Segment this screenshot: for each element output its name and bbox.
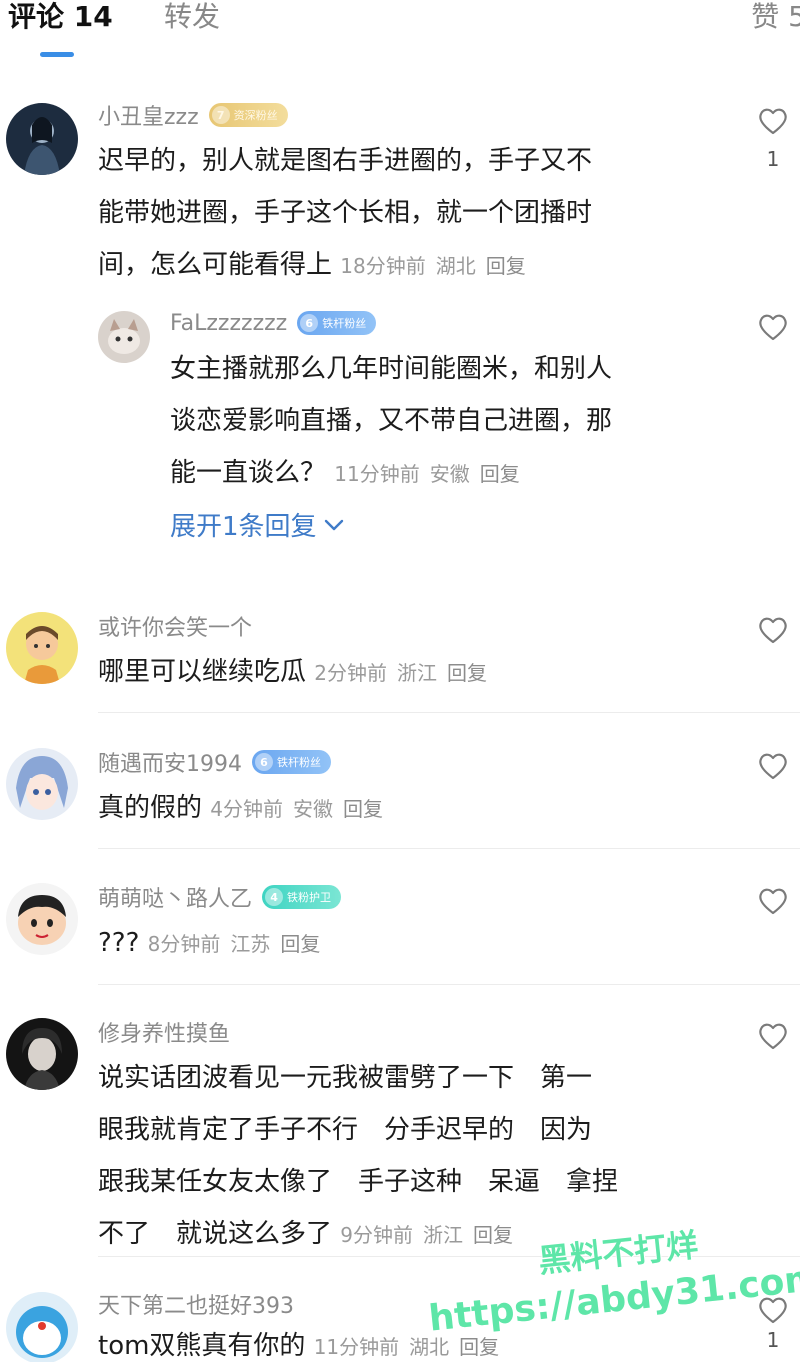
avatar[interactable] [6, 103, 78, 175]
divider [98, 984, 800, 985]
avatar-image [6, 1292, 78, 1362]
comment-time: 18分钟前 [340, 254, 426, 278]
avatar-image [6, 1018, 78, 1090]
username[interactable]: 小丑皇zzz [98, 99, 199, 131]
reply-button[interactable]: 回复 [480, 462, 520, 486]
heart-outline-icon [759, 753, 787, 780]
chevron-down-icon [324, 519, 343, 530]
comment-meta: 18分钟前 湖北 回复 [340, 254, 535, 278]
like-button[interactable] [756, 1022, 790, 1050]
comment-text: ??? 8分钟前 江苏 回复 [98, 917, 718, 970]
heart-outline-icon [759, 108, 787, 135]
reply-button[interactable]: 回复 [343, 797, 383, 821]
avatar[interactable] [6, 612, 78, 684]
avatar-image [6, 748, 78, 820]
fan-badge: 6 铁杆粉丝 [252, 750, 331, 774]
comment-location: 安徽 [293, 797, 334, 821]
comment-location: 湖北 [409, 1335, 450, 1359]
fan-badge: 6 铁杆粉丝 [297, 311, 377, 335]
tab-comments[interactable]: 评论 14 [8, 0, 113, 34]
reply-location: 安徽 [429, 462, 470, 486]
reply-button[interactable]: 回复 [486, 254, 526, 278]
watermark: 黑料不打烊 https://abdy31.com [427, 1226, 800, 1340]
like-count: 1 [766, 147, 780, 171]
fan-badge: 4 铁粉护卫 [262, 885, 342, 909]
expand-replies-button[interactable]: 展开1条回复 [170, 506, 345, 543]
comment-text: 真的假的 4分钟前 安徽 回复 [98, 782, 718, 835]
username[interactable]: FaLzzzzzzz [170, 311, 287, 336]
fan-badge: 7 资深粉丝 [208, 103, 288, 127]
like-button[interactable]: 1 [756, 107, 790, 171]
avatar[interactable] [98, 311, 150, 363]
reply-time: 11分钟前 [334, 462, 420, 486]
avatar[interactable] [6, 883, 78, 955]
like-button[interactable] [756, 887, 790, 915]
username[interactable]: 或许你会笑一个 [98, 610, 252, 642]
reply-button[interactable]: 回复 [280, 932, 320, 956]
comment-time: 9分钟前 [340, 1223, 414, 1247]
avatar-image [6, 103, 78, 175]
comment-time: 11分钟前 [313, 1335, 400, 1359]
like-button[interactable] [756, 752, 790, 780]
reply-button[interactable]: 回复 [459, 1335, 499, 1359]
comment-location: 江苏 [230, 932, 271, 956]
divider [98, 848, 800, 849]
reply-meta: 11分钟前 安徽 回复 [334, 462, 529, 486]
comment-meta: 2分钟前 浙江 回复 [314, 661, 497, 685]
username[interactable]: 天下第二也挺好393 [98, 1288, 294, 1320]
like-count: 1 [766, 1328, 780, 1352]
avatar-image [6, 612, 78, 684]
avatar[interactable] [6, 748, 78, 820]
reply-text: 女主播就那么几年时间能圈米，和别人 谈恋爱影响直播，又不带自己进圈，那 能一直谈… [170, 354, 613, 488]
username[interactable]: 修身养性摸鱼 [98, 1016, 230, 1048]
comment-time: 2分钟前 [314, 661, 388, 685]
comment-text: 哪里可以继续吃瓜 2分钟前 浙江 回复 [98, 646, 718, 699]
tab-likes[interactable]: 赞 5 [751, 0, 800, 34]
avatar-image [6, 883, 78, 955]
heart-outline-icon [759, 617, 787, 644]
comment-meta: 8分钟前 江苏 回复 [148, 932, 331, 956]
heart-outline-icon [759, 1023, 787, 1050]
comment-tabs: 评论 14 转发 赞 5 [0, 0, 800, 62]
avatar-image [98, 311, 150, 363]
username[interactable]: 随遇而安1994 [98, 746, 242, 778]
username[interactable]: 萌萌哒丶路人乙 [98, 881, 252, 913]
comment-location: 浙江 [397, 661, 438, 685]
comment-location: 湖北 [435, 254, 476, 278]
heart-outline-icon [759, 314, 787, 341]
heart-outline-icon [759, 888, 787, 915]
comment-text: 迟早的，别人就是图右手进圈的，手子又不 能带她进圈，手子这个长相，就一个团播时 … [98, 146, 593, 280]
comment-time: 8分钟前 [147, 932, 221, 956]
active-tab-indicator [40, 52, 74, 57]
reply-button[interactable]: 回复 [447, 661, 487, 685]
expand-replies-label: 展开1条回复 [170, 512, 317, 542]
avatar[interactable] [6, 1292, 78, 1362]
avatar[interactable] [6, 1018, 78, 1090]
like-button[interactable] [756, 616, 790, 644]
like-button[interactable] [756, 313, 790, 341]
comment-text: tom双熊真有你的 11分钟前 湖北 回复 [98, 1320, 718, 1362]
comment-time: 4分钟前 [210, 797, 284, 821]
comment-meta: 11分钟前 湖北 回复 [314, 1335, 509, 1359]
comment-meta: 4分钟前 安徽 回复 [210, 797, 393, 821]
divider [98, 712, 800, 713]
tab-reposts[interactable]: 转发 [164, 0, 220, 34]
